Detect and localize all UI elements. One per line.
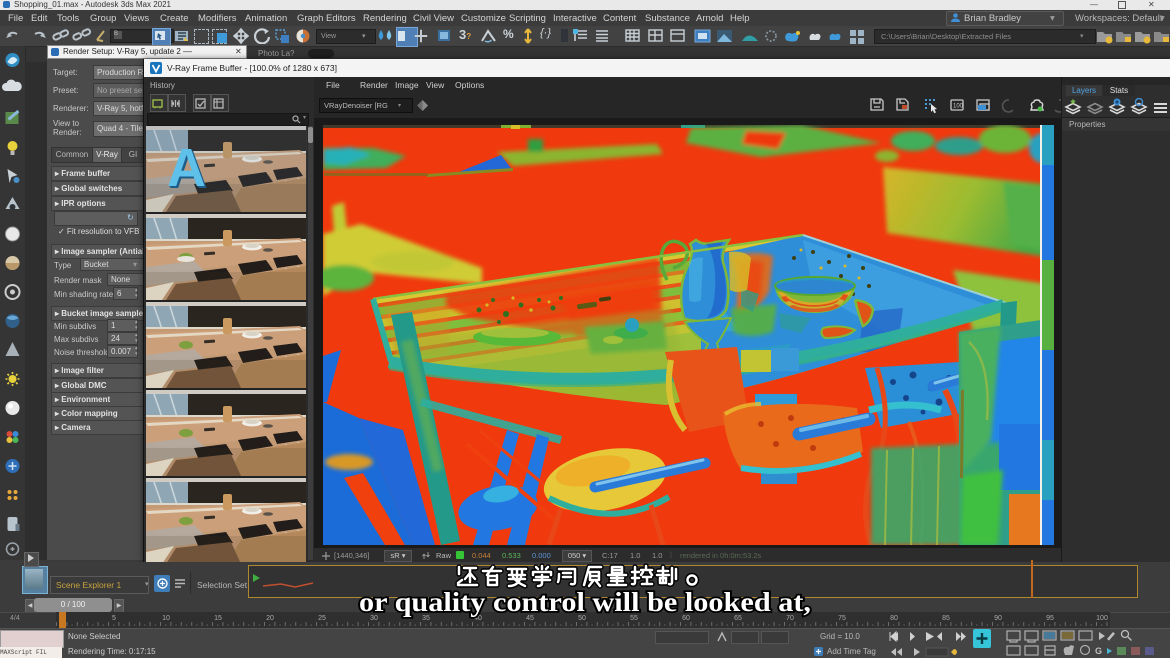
svg-text:5: 5 (112, 615, 116, 622)
svg-text:95: 95 (1046, 615, 1054, 622)
svg-text:15: 15 (214, 615, 222, 622)
svg-text:75: 75 (838, 615, 846, 622)
svg-text:10: 10 (162, 615, 170, 622)
svg-text:20: 20 (266, 615, 274, 622)
svg-text:90: 90 (994, 615, 1002, 622)
svg-text:100: 100 (953, 104, 964, 110)
svg-text:G: G (1095, 646, 1102, 656)
svg-text:25: 25 (318, 615, 326, 622)
svg-text:100: 100 (1096, 615, 1108, 622)
svg-text:80: 80 (890, 615, 898, 622)
svg-text:85: 85 (942, 615, 950, 622)
